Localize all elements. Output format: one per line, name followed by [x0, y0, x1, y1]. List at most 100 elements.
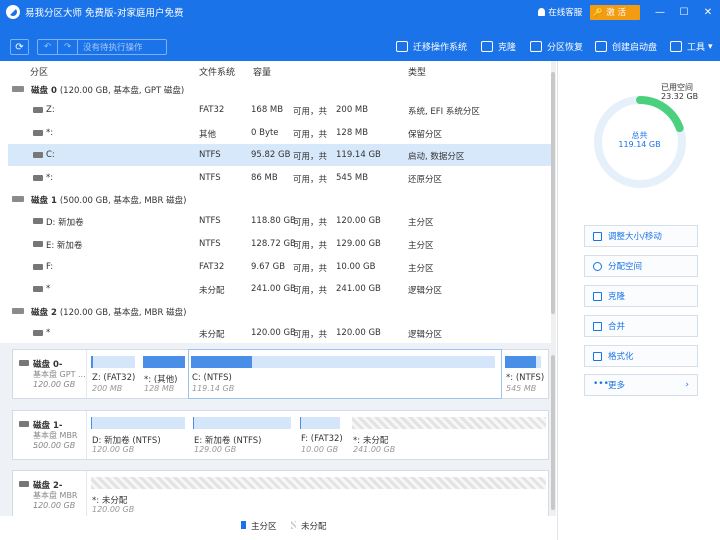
partition-name: *: [46, 173, 54, 183]
pie-icon [593, 261, 602, 271]
header-filesystem: 文件系统 [199, 68, 236, 78]
segment-fill [505, 356, 536, 368]
partition-row-d[interactable]: D: 新加卷 NTFS 118.80 GB 可用，共 120.00 GB 主分区 [8, 210, 551, 232]
partition-row-e[interactable]: E: 新加卷 NTFS 128.72 GB 可用，共 129.00 GB 主分区 [8, 233, 551, 255]
partition-row-c[interactable]: C: NTFS 95.82 GB 可用，共 119.14 GB 启动, 数据分区 [8, 144, 551, 166]
minimize-button[interactable]: — [648, 0, 672, 24]
chevron-down-icon: ▾ [708, 41, 713, 52]
disk-2-info: (120.00 GB, 基本盘, MBR 磁盘) [59, 308, 187, 318]
disk-segment[interactable]: *: (NTFS) 545 MB [503, 350, 548, 398]
list-scroll-thumb[interactable] [551, 72, 555, 314]
online-support-link[interactable]: 在线客服 [538, 6, 582, 18]
partition-used: 86 MB [251, 173, 278, 183]
disk-map-size: 120.00 GB [33, 501, 76, 510]
partition-free-label: 可用，共 [293, 152, 328, 162]
partition-fs: NTFS [199, 150, 221, 160]
disk-map-card-2: 磁盘 2- 基本盘 MBR ... 120.00 GB *: 未分配 120.0… [12, 470, 549, 516]
disk-segment[interactable]: D: 新加卷 (NTFS) 120.00 GB [89, 411, 189, 459]
partition-type: 逻辑分区 [408, 286, 443, 296]
disk-map-card-label[interactable]: 磁盘 0- 基本盘 GPT ... 120.00 GB [13, 350, 87, 398]
disk-segment[interactable]: Z: (FAT32) 200 MB [89, 350, 139, 398]
partition-type: 主分区 [408, 218, 434, 228]
disk-0-title: 磁盘 0 [31, 86, 57, 96]
disk-segment-unallocated[interactable]: *: 未分配 241.00 GB [350, 411, 548, 459]
partition-row-reserved[interactable]: *: 其他 0 Byte 可用，共 128 MB 保留分区 [8, 122, 551, 144]
disk-map-card-1: 磁盘 1- 基本盘 MBR ... 500.00 GB D: 新加卷 (NTFS… [12, 410, 549, 460]
partition-used: 0 Byte [251, 128, 279, 138]
resize-move-label: 调整大小/移动 [608, 232, 662, 242]
partition-used: 168 MB [251, 105, 284, 115]
disk-map-card-label[interactable]: 磁盘 2- 基本盘 MBR ... 120.00 GB [13, 471, 87, 516]
migrate-os-button[interactable]: 迁移操作系统 [396, 40, 467, 53]
clone-partition-button[interactable]: 克隆 [584, 285, 698, 307]
create-bootable-button[interactable]: 创建启动盘 [595, 40, 657, 53]
partition-icon [33, 107, 43, 113]
legend: 主分区 未分配 [0, 516, 557, 540]
disk-segment[interactable]: *: (其他) 128 MB [141, 350, 187, 398]
unallocated-swatch [291, 521, 296, 529]
allocate-space-button[interactable]: 分配空间 [584, 255, 698, 277]
disk-segment-selected[interactable]: C: (NTFS) 119.14 GB [188, 349, 502, 399]
partition-fs: FAT32 [199, 262, 225, 272]
partition-free-label: 可用，共 [293, 264, 328, 274]
format-button[interactable]: 格式化 [584, 345, 698, 367]
disk-icon [19, 421, 29, 427]
disk-segment[interactable]: E: 新加卷 (NTFS) 129.00 GB [191, 411, 295, 459]
disk-2-title: 磁盘 2 [31, 308, 57, 318]
partition-list: 分区 文件系统 容量 类型 磁盘 0 (120.00 GB, 基本盘, GPT … [8, 61, 553, 343]
disk-map-size: 120.00 GB [33, 380, 76, 389]
pending-operations-button[interactable]: 没有待执行操作 [78, 41, 143, 53]
close-button[interactable]: ✕ [696, 0, 720, 24]
tools-menu-button[interactable]: 工具 ▾ [670, 40, 713, 53]
clone-icon [593, 291, 602, 301]
disk-2-header[interactable]: 磁盘 2 (120.00 GB, 基本盘, MBR 磁盘) [8, 301, 551, 321]
operations-panel: 已用空间 23.32 GB 总共 119.14 GB 调整大小/移动 分配空间 … [557, 61, 720, 540]
partition-total: 241.00 GB [336, 284, 381, 294]
undo-button[interactable]: ↶ [38, 40, 58, 54]
disk-0-header[interactable]: 磁盘 0 (120.00 GB, 基本盘, GPT 磁盘) [8, 79, 551, 99]
map-scroll-thumb[interactable] [551, 355, 555, 510]
partition-row-recovery[interactable]: *: NTFS 86 MB 可用，共 545 MB 还原分区 [8, 167, 551, 189]
partition-total: 129.00 GB [336, 239, 381, 249]
partition-icon [33, 152, 43, 158]
more-button[interactable]: ••• 更多 › [584, 374, 698, 396]
partition-free-label: 可用，共 [293, 107, 328, 117]
refresh-button[interactable]: ⟳ [10, 39, 29, 55]
title-bar: 易我分区大师 免费版-对家庭用户免费 在线客服 激 活 — ☐ ✕ [0, 0, 720, 24]
partition-total: 119.14 GB [336, 150, 381, 160]
partition-row-unallocated-1[interactable]: * 未分配 241.00 GB 可用，共 241.00 GB 逻辑分区 [8, 278, 551, 300]
activate-button[interactable]: 激 活 [590, 4, 640, 20]
partition-used: 241.00 GB [251, 284, 296, 294]
disk-segment-unallocated[interactable]: *: 未分配 120.00 GB [89, 471, 548, 516]
header-partition: 分区 [30, 68, 49, 78]
segment-bar [91, 356, 135, 368]
partition-row-z[interactable]: Z: FAT32 168 MB 可用，共 200 MB 系统, EFI 系统分区 [8, 99, 551, 121]
segment-fill [91, 417, 92, 429]
disk-1-header[interactable]: 磁盘 1 (500.00 GB, 基本盘, MBR 磁盘) [8, 189, 551, 209]
partition-type: 主分区 [408, 264, 434, 274]
partition-total: 120.00 GB [336, 328, 381, 338]
segment-fill [91, 356, 94, 368]
segment-size: 120.00 GB [92, 505, 135, 514]
disk-map-card-label[interactable]: 磁盘 1- 基本盘 MBR ... 500.00 GB [13, 411, 87, 459]
clone-button[interactable]: 克隆 [481, 40, 516, 53]
primary-swatch [241, 521, 246, 529]
partition-recovery-button[interactable]: 分区恢复 [530, 40, 583, 53]
partition-row-f[interactable]: F: FAT32 9.67 GB 可用，共 10.00 GB 主分区 [8, 256, 551, 278]
partition-row-unallocated-2[interactable]: * 未分配 120.00 GB 可用，共 120.00 GB 逻辑分区 [8, 322, 551, 344]
partition-fs: NTFS [199, 173, 221, 183]
segment-bar [300, 417, 340, 429]
header-capacity: 容量 [253, 68, 272, 78]
disk-segment[interactable]: F: (FAT32) 10.00 GB [298, 411, 348, 459]
segment-bar [143, 356, 185, 368]
resize-move-button[interactable]: 调整大小/移动 [584, 225, 698, 247]
maximize-button[interactable]: ☐ [672, 0, 696, 24]
redo-button[interactable]: ↷ [58, 40, 78, 54]
segment-size: 545 MB [506, 384, 537, 393]
partition-used: 9.67 GB [251, 262, 286, 272]
wrench-icon [670, 41, 682, 52]
legend-unallocated: 未分配 [301, 522, 327, 532]
partition-icon [33, 264, 43, 270]
segment-size: 128 MB [144, 384, 175, 393]
merge-button[interactable]: 合并 [584, 315, 698, 337]
